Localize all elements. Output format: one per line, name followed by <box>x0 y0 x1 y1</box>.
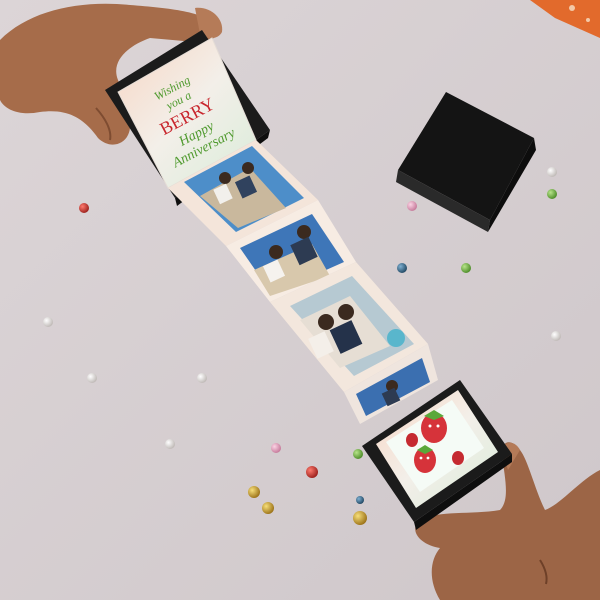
bead <box>547 189 557 199</box>
bead <box>43 317 53 327</box>
bead <box>551 331 561 341</box>
bead <box>353 449 363 459</box>
bead <box>271 443 281 453</box>
bead <box>79 203 89 213</box>
bead <box>353 511 367 525</box>
bead <box>407 201 417 211</box>
bead <box>262 502 274 514</box>
bead <box>87 373 97 383</box>
bead <box>547 167 557 177</box>
bead <box>248 486 260 498</box>
bead <box>165 439 175 449</box>
bead <box>306 466 318 478</box>
bead <box>461 263 471 273</box>
product-photo: Wishing you a BERRY Happy Anniversary <box>0 0 600 600</box>
bead <box>397 263 407 273</box>
bead <box>197 373 207 383</box>
bead <box>356 496 364 504</box>
